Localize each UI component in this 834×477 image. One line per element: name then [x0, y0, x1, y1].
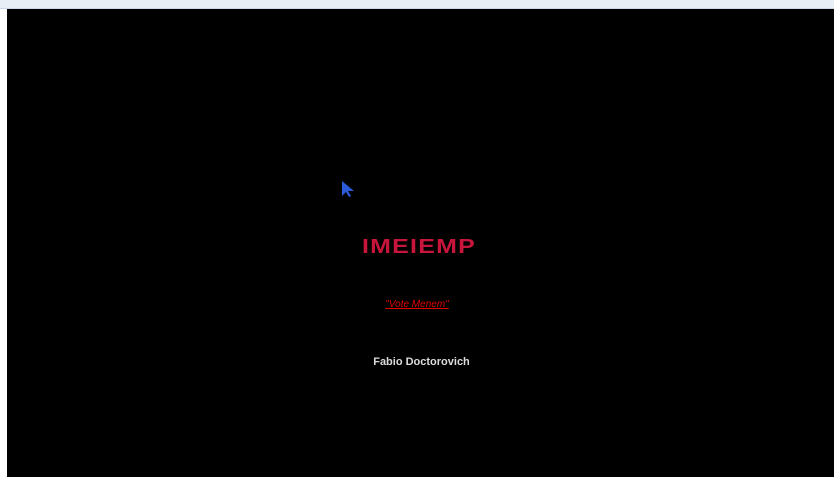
logo-text: IMEIEMP — [362, 236, 476, 256]
vote-menem-link[interactable]: "Vote Menem" — [0, 299, 834, 310]
imeiemp-logo: IMEIEMP — [362, 236, 476, 256]
mouse-pointer-icon — [342, 181, 354, 197]
browser-top-strip — [0, 0, 834, 9]
author-name: Fabio Doctorovich — [373, 356, 470, 368]
